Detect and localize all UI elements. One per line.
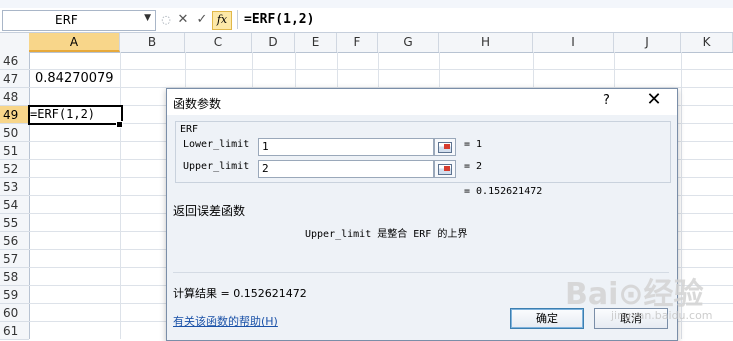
row-header-55[interactable]: 55 bbox=[0, 214, 29, 232]
function-arguments-dialog: 函数参数 ? ✕ ERF Lower_limit 1 = 1 Upper_lim… bbox=[166, 88, 678, 341]
insert-function-icon[interactable]: fx bbox=[212, 11, 232, 30]
collapse-dialog-button[interactable] bbox=[434, 138, 456, 156]
column-header-j[interactable]: J bbox=[614, 33, 681, 52]
function-description: 返回误差函数 bbox=[173, 204, 246, 218]
function-result: = 0.152621472 bbox=[464, 186, 543, 197]
column-header-h[interactable]: H bbox=[439, 33, 533, 52]
lower-limit-value: 1 bbox=[262, 140, 269, 153]
red-arrow-icon bbox=[444, 166, 450, 171]
select-all-corner[interactable] bbox=[0, 33, 30, 52]
row-header-53[interactable]: 53 bbox=[0, 178, 29, 196]
row-header-56[interactable]: 56 bbox=[0, 232, 29, 250]
row-header-58[interactable]: 58 bbox=[0, 268, 29, 286]
active-cell-a49[interactable]: =ERF(1,2) bbox=[28, 105, 123, 125]
cell-a47[interactable]: 0.84270079 bbox=[35, 71, 114, 86]
dialog-title: 函数参数 bbox=[173, 97, 222, 111]
row-header-51[interactable]: 51 bbox=[0, 142, 29, 160]
row-header-61[interactable]: 61 bbox=[0, 322, 29, 340]
function-group: ERF Lower_limit 1 = 1 Upper_limit 2 = 2 bbox=[175, 121, 671, 183]
help-link[interactable]: 有关该函数的帮助(H) bbox=[173, 313, 278, 329]
row-header-47[interactable]: 47 bbox=[0, 70, 29, 88]
cell-a49-text: =ERF(1,2) bbox=[30, 107, 96, 121]
row-header-59[interactable]: 59 bbox=[0, 286, 29, 304]
close-icon[interactable]: ✕ bbox=[643, 89, 665, 110]
column-header-b[interactable]: B bbox=[120, 33, 185, 52]
function-name: ERF bbox=[180, 124, 199, 135]
fill-handle[interactable] bbox=[116, 121, 123, 128]
column-header-a[interactable]: A bbox=[29, 33, 120, 52]
row-headers: 46 47 48 49 50 51 52 53 54 55 56 57 58 5… bbox=[0, 52, 30, 340]
formula-bar: ERF ▼ ◌ ✕ ✓ fx =ERF(1,2) bbox=[0, 8, 733, 33]
column-header-e[interactable]: E bbox=[295, 33, 337, 52]
resize-handle-icon[interactable]: ◌ bbox=[158, 12, 174, 28]
argument-description: Upper_limit 是整合 ERF 的上界 bbox=[305, 229, 468, 240]
gridline bbox=[29, 69, 733, 70]
cancel-button[interactable]: 取消 bbox=[594, 308, 668, 329]
column-header-f[interactable]: F bbox=[337, 33, 378, 52]
column-header-g[interactable]: G bbox=[378, 33, 439, 52]
check-icon[interactable]: ✓ bbox=[194, 12, 210, 28]
row-header-49[interactable]: 49 bbox=[0, 106, 29, 124]
collapse-dialog-button[interactable] bbox=[434, 160, 456, 178]
chevron-down-icon[interactable]: ▼ bbox=[144, 13, 151, 23]
arg-label-upper-limit: Upper_limit bbox=[183, 161, 250, 172]
column-header-c[interactable]: C bbox=[185, 33, 252, 52]
help-icon[interactable]: ? bbox=[603, 93, 610, 108]
upper-limit-input[interactable]: 2 bbox=[258, 160, 434, 178]
calculation-result: 计算结果 = 0.152621472 bbox=[173, 287, 307, 300]
upper-limit-result: = 2 bbox=[464, 161, 483, 172]
row-header-60[interactable]: 60 bbox=[0, 304, 29, 322]
row-header-50[interactable]: 50 bbox=[0, 124, 29, 142]
row-header-57[interactable]: 57 bbox=[0, 250, 29, 268]
arg-label-lower-limit: Lower_limit bbox=[183, 139, 250, 150]
formula-input[interactable]: =ERF(1,2) bbox=[237, 10, 732, 29]
name-box-value: ERF bbox=[55, 13, 78, 27]
row-header-52[interactable]: 52 bbox=[0, 160, 29, 178]
dialog-titlebar[interactable]: 函数参数 ? ✕ bbox=[167, 89, 677, 115]
column-header-d[interactable]: D bbox=[252, 33, 295, 52]
cancel-icon[interactable]: ✕ bbox=[175, 12, 191, 28]
formula-text: =ERF(1,2) bbox=[244, 12, 315, 27]
upper-limit-value: 2 bbox=[262, 162, 269, 175]
row-header-54[interactable]: 54 bbox=[0, 196, 29, 214]
row-header-48[interactable]: 48 bbox=[0, 88, 29, 106]
column-headers: A B C D E F G H I J K bbox=[0, 33, 733, 53]
lower-limit-input[interactable]: 1 bbox=[258, 138, 434, 156]
ok-button[interactable]: 确定 bbox=[510, 308, 584, 329]
red-arrow-icon bbox=[444, 144, 450, 149]
row-header-46[interactable]: 46 bbox=[0, 52, 29, 70]
name-box[interactable]: ERF ▼ bbox=[2, 10, 156, 31]
lower-limit-result: = 1 bbox=[464, 139, 483, 150]
column-header-i[interactable]: I bbox=[533, 33, 614, 52]
divider bbox=[173, 272, 669, 273]
column-header-k[interactable]: K bbox=[681, 33, 733, 52]
